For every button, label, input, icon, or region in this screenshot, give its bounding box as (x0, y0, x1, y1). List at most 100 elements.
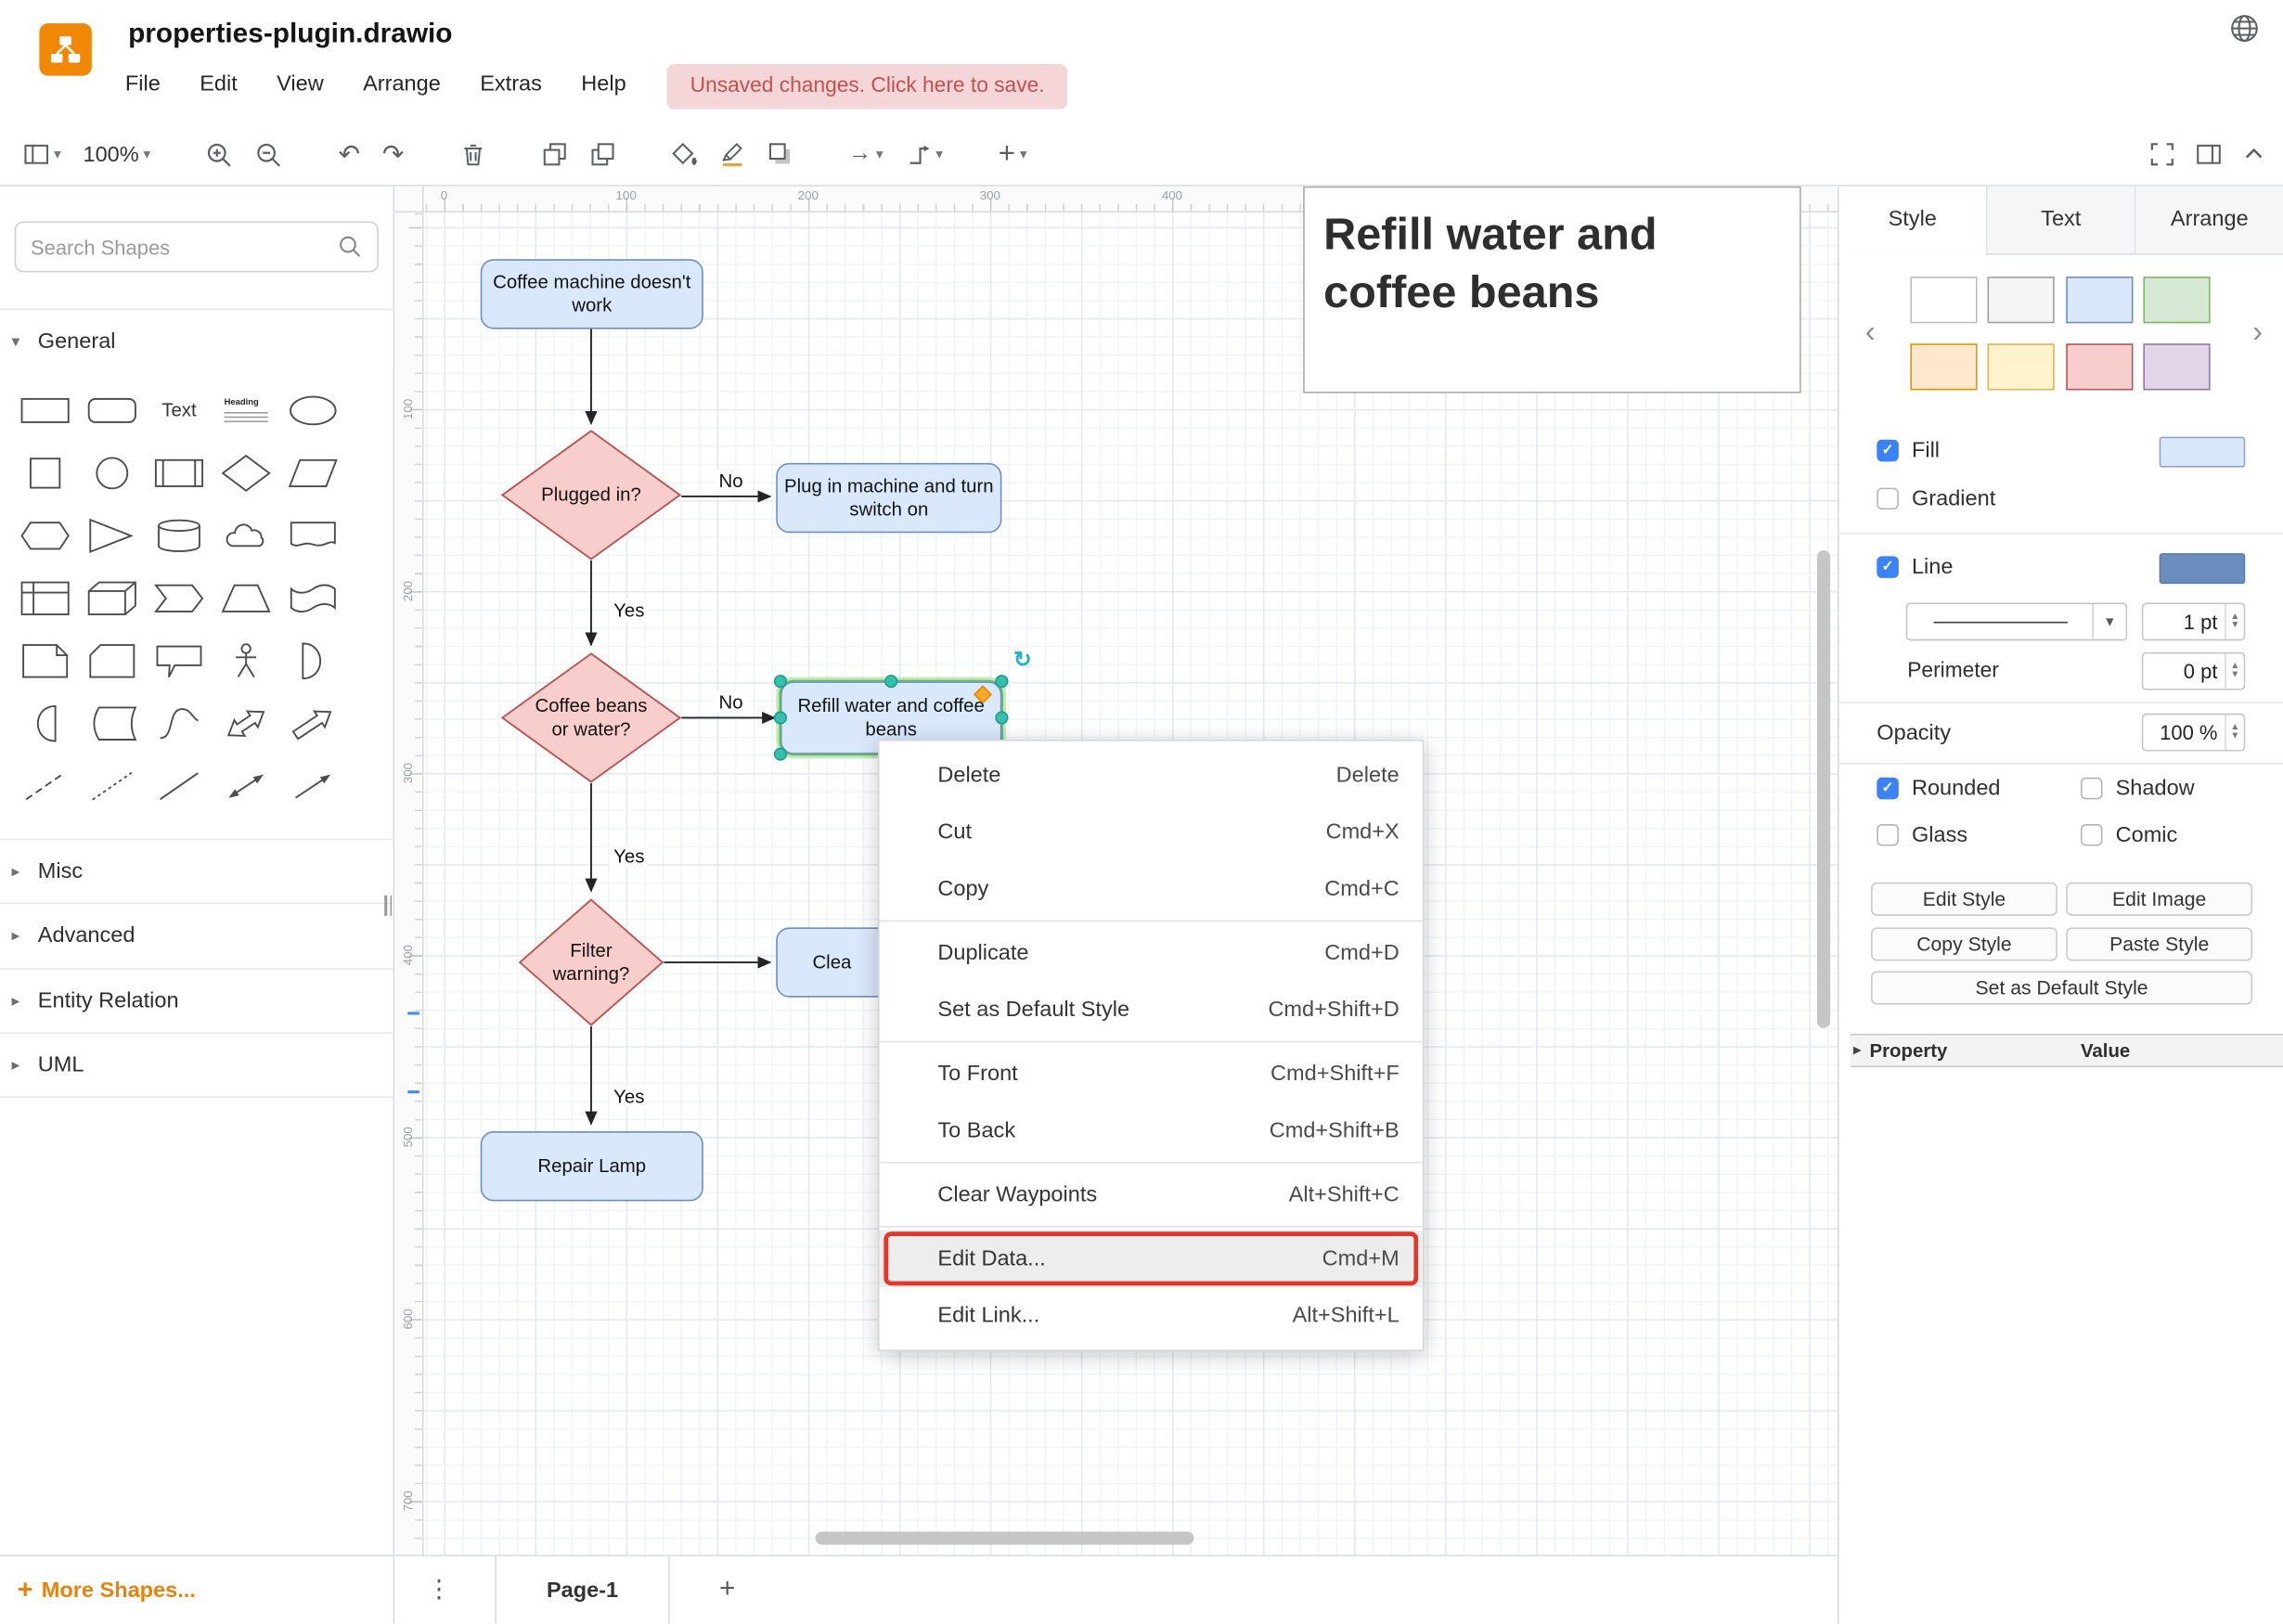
style-preset-swatch[interactable] (1910, 343, 1977, 390)
delete-button[interactable] (459, 141, 485, 167)
shape-cloud-icon[interactable] (215, 509, 277, 561)
comic-checkbox[interactable] (2081, 824, 2103, 846)
menu-item-duplicate[interactable]: DuplicateCmd+D (880, 924, 1423, 981)
view-panels-button[interactable]: ▾ (23, 141, 61, 167)
shape-ellipse-icon[interactable] (282, 383, 343, 435)
shape-text-item[interactable]: Text (148, 383, 210, 435)
shape-parallelogram-icon[interactable] (282, 446, 343, 498)
menu-file[interactable]: File (125, 71, 161, 97)
tab-text[interactable]: Text (1986, 187, 2135, 253)
style-preset-swatch[interactable] (1988, 343, 2055, 390)
line-color-swatch[interactable] (2160, 553, 2246, 584)
shape-heading-icon[interactable]: Heading (215, 383, 277, 435)
selection-handle[interactable] (884, 675, 897, 688)
style-preset-swatch[interactable] (2143, 277, 2210, 323)
sidebar-section-advanced[interactable]: ▸ Advanced (0, 903, 393, 967)
shape-rounded-rectangle-icon[interactable] (82, 383, 143, 435)
rounded-checkbox[interactable]: ✓ (1877, 778, 1899, 800)
edge-label-yes[interactable]: Yes (609, 1086, 649, 1108)
shape-square-icon[interactable] (15, 446, 76, 498)
menu-item-clear-waypoints[interactable]: Clear WaypointsAlt+Shift+C (880, 1166, 1423, 1223)
edge-label-no[interactable]: No (715, 690, 747, 713)
menu-item-delete[interactable]: DeleteDelete (880, 747, 1423, 804)
property-table-header[interactable]: ▸ Property Value (1851, 1034, 2283, 1067)
menu-item-to-back[interactable]: To BackCmd+Shift+B (880, 1102, 1423, 1159)
presets-next-icon[interactable]: › (2252, 316, 2263, 351)
shape-line-icon[interactable] (148, 759, 210, 811)
menu-edit[interactable]: Edit (200, 71, 238, 97)
line-checkbox[interactable]: ✓ (1877, 556, 1899, 578)
shape-diamond-icon[interactable] (215, 446, 277, 498)
style-preset-swatch[interactable] (2066, 343, 2133, 390)
shadow-checkbox[interactable] (2081, 778, 2103, 800)
style-preset-swatch[interactable] (1988, 277, 2055, 323)
tab-arrange[interactable]: Arrange (2135, 187, 2283, 253)
node-plugged-in[interactable]: Plugged in? (501, 430, 682, 561)
edge-label-yes[interactable]: Yes (609, 599, 649, 622)
shape-bidirectional-connector-icon[interactable] (215, 759, 277, 811)
shape-dashed-line-icon[interactable] (15, 759, 76, 811)
collapse-toolbar-button[interactable] (2242, 143, 2265, 166)
style-preset-swatch[interactable] (2066, 277, 2133, 323)
menu-item-edit-data[interactable]: Edit Data...Cmd+M (880, 1231, 1423, 1287)
shape-cylinder-icon[interactable] (148, 509, 210, 561)
pages-menu-icon[interactable]: ⋮ (427, 1576, 452, 1605)
shape-directional-connector-icon[interactable] (282, 759, 343, 811)
set-as-default-style-button[interactable]: Set as Default Style (1871, 971, 2252, 1004)
waypoint-style-button[interactable]: ▾ (905, 141, 943, 167)
to-front-button[interactable] (541, 141, 567, 167)
shape-cube-icon[interactable] (82, 572, 143, 624)
shape-and-icon[interactable] (15, 697, 76, 749)
shape-hexagon-icon[interactable] (15, 509, 76, 561)
node-repair-lamp[interactable]: Repair Lamp (481, 1131, 703, 1201)
shape-step-icon[interactable] (148, 572, 210, 624)
stepper-arrows-icon[interactable]: ▲▼ (2225, 715, 2243, 750)
shape-bidirectional-arrow-icon[interactable] (215, 697, 277, 749)
menu-item-set-as-default-style[interactable]: Set as Default StyleCmd+Shift+D (880, 981, 1423, 1038)
sidebar-resize-handle[interactable] (384, 896, 392, 916)
line-width-stepper[interactable]: 1 pt ▲▼ (2142, 603, 2245, 641)
gradient-checkbox[interactable] (1877, 488, 1899, 510)
shape-callout-icon[interactable] (148, 634, 210, 686)
zoom-select[interactable]: 100% ▾ (83, 142, 150, 167)
horizontal-scrollbar[interactable] (816, 1531, 1194, 1544)
fullscreen-button[interactable] (2149, 141, 2175, 167)
shape-note-icon[interactable] (15, 634, 76, 686)
fill-color-swatch[interactable] (2160, 437, 2246, 468)
redo-button[interactable]: ↷ (382, 141, 405, 167)
menu-item-cut[interactable]: CutCmd+X (880, 804, 1423, 860)
insert-button[interactable]: + ▾ (999, 141, 1027, 167)
shape-document-icon[interactable] (282, 509, 343, 561)
menu-help[interactable]: Help (581, 71, 626, 97)
paste-style-button[interactable]: Paste Style (2066, 927, 2252, 960)
shape-card-icon[interactable] (82, 634, 143, 686)
menu-view[interactable]: View (277, 71, 324, 97)
shape-process-icon[interactable] (148, 446, 210, 498)
copy-style-button[interactable]: Copy Style (1871, 927, 2057, 960)
shape-arrow-icon[interactable] (282, 697, 343, 749)
shape-search-box[interactable] (15, 221, 379, 272)
shape-internal-storage-icon[interactable] (15, 572, 76, 624)
sidebar-section-uml[interactable]: ▸ UML (0, 1032, 393, 1096)
node-coffee-machine[interactable]: Coffee machine doesn't work (481, 259, 703, 329)
selection-handle[interactable] (995, 675, 1008, 688)
menu-item-copy[interactable]: CopyCmd+C (880, 860, 1423, 917)
menu-item-to-front[interactable]: To FrontCmd+Shift+F (880, 1045, 1423, 1102)
sidebar-section-misc[interactable]: ▸ Misc (0, 839, 393, 903)
tab-style[interactable]: Style (1839, 187, 1986, 255)
fill-checkbox[interactable]: ✓ (1877, 440, 1899, 462)
stepper-arrows-icon[interactable]: ▲▼ (2225, 604, 2243, 639)
shape-trapezoid-icon[interactable] (215, 572, 277, 624)
format-panel-toggle-button[interactable] (2196, 141, 2222, 167)
stepper-arrows-icon[interactable]: ▲▼ (2225, 653, 2243, 689)
glass-checkbox[interactable] (1877, 824, 1899, 846)
shadow-button[interactable] (767, 141, 793, 167)
node-coffee-beans-or-water[interactable]: Coffee beans or water? (501, 652, 682, 783)
sidebar-section-entity-relation[interactable]: ▸ Entity Relation (0, 968, 393, 1032)
node-filter-warning[interactable]: Filter warning? (519, 898, 664, 1026)
sidebar-section-general[interactable]: ▾ General (0, 309, 393, 373)
shape-circle-icon[interactable] (82, 446, 143, 498)
fill-color-button[interactable] (671, 141, 697, 167)
undo-button[interactable]: ↶ (339, 141, 361, 167)
shape-tape-icon[interactable] (282, 572, 343, 624)
